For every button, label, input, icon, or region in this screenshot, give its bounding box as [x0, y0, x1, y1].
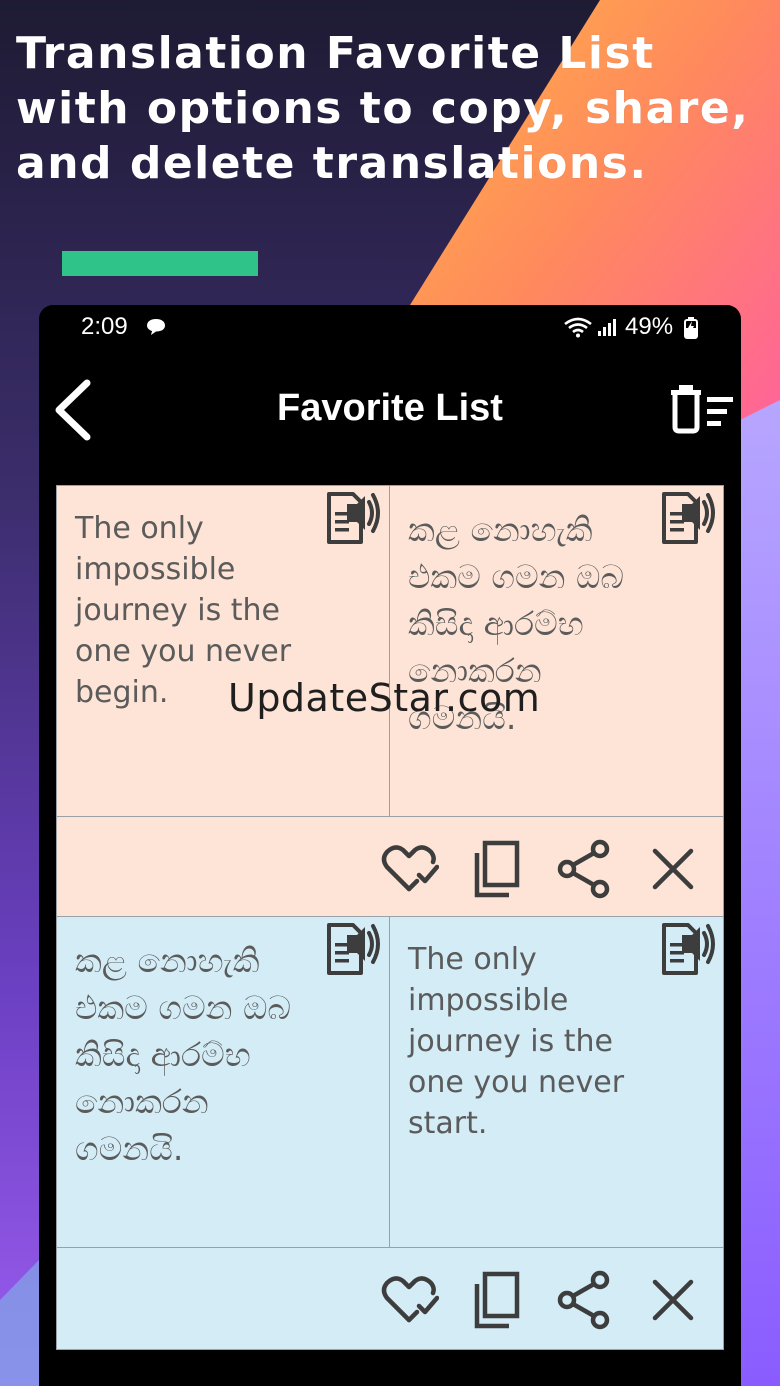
- speak-target-button[interactable]: [658, 921, 718, 979]
- speak-target-button[interactable]: [658, 490, 718, 548]
- speaker-document-icon: [327, 923, 380, 975]
- delete-all-button[interactable]: [669, 383, 739, 435]
- source-pane: The only impossible journey is the one y…: [57, 486, 390, 816]
- speaker-document-icon: [662, 923, 715, 975]
- promo-headline: Translation Favorite List with options t…: [16, 26, 756, 191]
- share-icon: [557, 839, 610, 899]
- speak-source-button[interactable]: [323, 921, 383, 979]
- wifi-icon: [564, 317, 592, 338]
- favorites-list: The only impossible journey is the one y…: [56, 485, 724, 1350]
- source-pane: කළ නොහැකි එකම ගමන ඔබ කිසිදා ආරම්භ නොකරන …: [57, 917, 390, 1247]
- card-actions: [57, 1247, 723, 1348]
- favorite-card: කළ නොහැකි එකම ගමන ඔබ කිසිදා ආරම්භ නොකරන …: [56, 917, 724, 1350]
- copy-button[interactable]: [467, 1270, 527, 1330]
- chat-bubble-icon: [147, 319, 165, 335]
- favorite-button[interactable]: [379, 839, 440, 899]
- delete-button[interactable]: [643, 839, 703, 899]
- target-pane: කළ නොහැකි එකම ගමන ඔබ කිසිදා ආරම්භ නොකරන …: [390, 486, 724, 816]
- headline-line-1: Translation Favorite List: [16, 28, 655, 79]
- delete-list-icon: [671, 385, 733, 434]
- favorite-card: The only impossible journey is the one y…: [56, 485, 724, 917]
- phone-screen: 2:09 49% Favorite List The only impossib…: [39, 305, 741, 1386]
- status-bar: 2:09 49%: [39, 305, 741, 349]
- headline-line-2: with options to copy, share,: [16, 83, 750, 134]
- speak-source-button[interactable]: [323, 490, 383, 548]
- delete-button[interactable]: [643, 1270, 703, 1330]
- app-bar: Favorite List: [39, 365, 741, 455]
- headline-line-3: and delete translations.: [16, 138, 648, 189]
- heart-check-icon: [381, 1276, 440, 1323]
- target-text[interactable]: The only impossible journey is the one y…: [408, 939, 648, 1144]
- card-actions: [57, 816, 723, 917]
- copy-icon: [474, 1271, 520, 1329]
- signal-icon: [598, 319, 616, 336]
- speaker-document-icon: [662, 492, 715, 544]
- battery-charging-icon: [684, 317, 698, 339]
- share-button[interactable]: [555, 839, 615, 899]
- copy-icon: [474, 840, 520, 898]
- favorite-button[interactable]: [379, 1270, 440, 1330]
- source-text[interactable]: The only impossible journey is the one y…: [75, 508, 315, 713]
- accent-bar: [62, 251, 258, 276]
- source-text[interactable]: කළ නොහැකි එකම ගමන ඔබ කිසිදා ආරම්භ නොකරන …: [75, 937, 315, 1172]
- target-text[interactable]: කළ නොහැකි එකම ගමන ඔබ කිසිදා ආරම්භ නොකරන …: [408, 506, 648, 741]
- speaker-document-icon: [327, 492, 380, 544]
- share-icon: [557, 1270, 610, 1330]
- target-pane: The only impossible journey is the one y…: [390, 917, 724, 1247]
- close-icon: [652, 848, 694, 890]
- status-time: 2:09: [81, 313, 128, 340]
- copy-button[interactable]: [467, 839, 527, 899]
- share-button[interactable]: [555, 1270, 615, 1330]
- close-icon: [652, 1279, 694, 1321]
- page-title: Favorite List: [277, 387, 503, 429]
- battery-percentage: 49%: [625, 313, 674, 340]
- heart-check-icon: [381, 845, 440, 892]
